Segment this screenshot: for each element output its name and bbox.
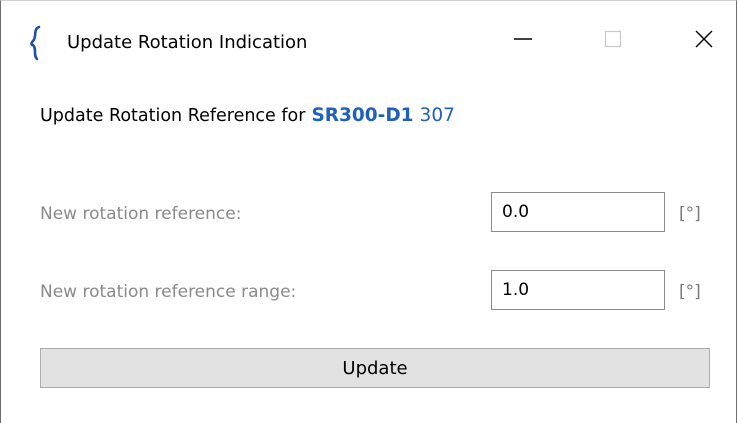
rotation-reference-unit: [°] [679, 204, 701, 224]
title-bar[interactable]: Update Rotation Indication [1, 1, 736, 83]
minimize-button[interactable] [503, 17, 543, 61]
update-button[interactable]: Update [40, 348, 710, 388]
maximize-icon [604, 30, 622, 48]
device-name: SR300-D1 [311, 105, 414, 126]
heading-text: Update Rotation Reference for [40, 106, 306, 126]
dialog-heading: Update Rotation Reference for SR300-D1 307 [40, 104, 455, 128]
update-rotation-window: Update Rotation Indication Update Rotati… [0, 0, 737, 423]
app-icon [27, 25, 45, 61]
close-icon [695, 30, 713, 48]
window-title: Update Rotation Indication [67, 32, 308, 53]
maximize-button[interactable] [593, 17, 633, 61]
rotation-reference-range-unit: [°] [679, 282, 701, 302]
device-number: 307 [419, 105, 455, 126]
rotation-reference-input[interactable]: 0.0 [491, 192, 665, 232]
close-button[interactable] [684, 17, 724, 61]
rotation-reference-range-label: New rotation reference range: [40, 282, 297, 302]
rotation-reference-label: New rotation reference: [40, 204, 242, 224]
rotation-reference-range-input[interactable]: 1.0 [491, 270, 665, 310]
minimize-icon [514, 38, 532, 40]
